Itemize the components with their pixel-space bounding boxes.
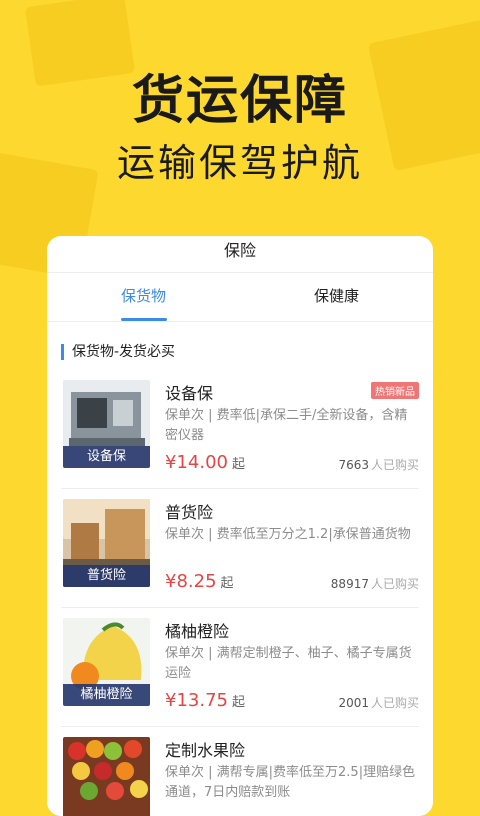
product-name: 定制水果险 <box>165 741 246 760</box>
section-title: 保货物-发货必买 <box>61 344 433 360</box>
list-item[interactable]: 设备保 设备保 热销新品 保单次 | 费率低|承保二手/全新设备，含精密仪器 ¥… <box>61 370 419 489</box>
product-name: 设备保 <box>165 384 214 403</box>
price: ¥8.25 起 <box>165 571 234 592</box>
count-suffix: 人已购买 <box>370 696 419 710</box>
purchase-count: 2001 人已购买 <box>338 694 419 711</box>
thumb-label: 橘柚橙险 <box>63 684 150 706</box>
list-item[interactable]: 定制水果险 保单次 | 满帮专属|费率低至万2.5|理赔绿色通道，7日内赔款到账 <box>61 727 419 816</box>
product-name: 橘柚橙险 <box>165 622 230 641</box>
price-unit: 起 <box>231 457 245 472</box>
product-desc: 保单次 | 费率低|承保二手/全新设备，含精密仪器 <box>165 408 408 443</box>
citrus-thumbnail: 橘柚橙险 <box>63 618 150 706</box>
tab-cargo[interactable]: 保货物 <box>47 273 240 321</box>
price: ¥13.75 起 <box>165 690 245 711</box>
count-suffix: 人已购买 <box>370 458 419 472</box>
cargo-thumbnail: 普货险 <box>63 499 150 587</box>
hero-title: 货运保障 <box>131 71 348 131</box>
price: ¥14.00 起 <box>165 452 245 473</box>
price-value: ¥8.25 <box>165 571 217 592</box>
purchase-count: 88917 人已购买 <box>331 575 419 592</box>
list-item[interactable]: 普货险 普货险 保单次 | 费率低至万分之1.2|承保普通货物 ¥8.25 起 8… <box>61 489 419 608</box>
hero-subtitle: 运输保驾护航 <box>116 141 363 185</box>
fruit-thumbnail <box>63 737 150 816</box>
product-desc: 保单次 | 满帮专属|费率低至万2.5|理赔绿色通道，7日内赔款到账 <box>165 765 416 800</box>
price-value: ¥13.75 <box>165 690 228 711</box>
count-value: 88917 <box>330 577 369 591</box>
product-desc: 保单次 | 费率低至万分之1.2|承保普通货物 <box>165 527 411 542</box>
product-desc: 保单次 | 满帮定制橙子、柚子、橘子专属货运险 <box>165 646 412 681</box>
count-suffix: 人已购买 <box>370 577 419 591</box>
equipment-thumbnail: 设备保 <box>63 380 150 468</box>
product-name: 普货险 <box>165 503 214 522</box>
purchase-count: 7663 人已购买 <box>338 456 419 473</box>
insurance-card: 保险 保货物 保健康 保货物-发货必买 设备保 设备保 热销新品 保单次 | 费… <box>47 236 433 816</box>
tab-bar: 保货物 保健康 <box>47 273 433 322</box>
hot-badge: 热销新品 <box>371 382 419 399</box>
tab-health[interactable]: 保健康 <box>240 273 433 321</box>
price-unit: 起 <box>231 695 245 710</box>
thumb-label: 普货险 <box>63 565 150 587</box>
list-item[interactable]: 橘柚橙险 橘柚橙险 保单次 | 满帮定制橙子、柚子、橘子专属货运险 ¥13.75… <box>61 608 419 727</box>
card-title: 保险 <box>47 236 433 273</box>
product-list: 设备保 设备保 热销新品 保单次 | 费率低|承保二手/全新设备，含精密仪器 ¥… <box>47 370 433 816</box>
count-value: 2001 <box>338 696 369 710</box>
count-value: 7663 <box>338 458 369 472</box>
price-unit: 起 <box>220 576 234 591</box>
thumb-label: 设备保 <box>63 446 150 468</box>
price-value: ¥14.00 <box>165 452 228 473</box>
